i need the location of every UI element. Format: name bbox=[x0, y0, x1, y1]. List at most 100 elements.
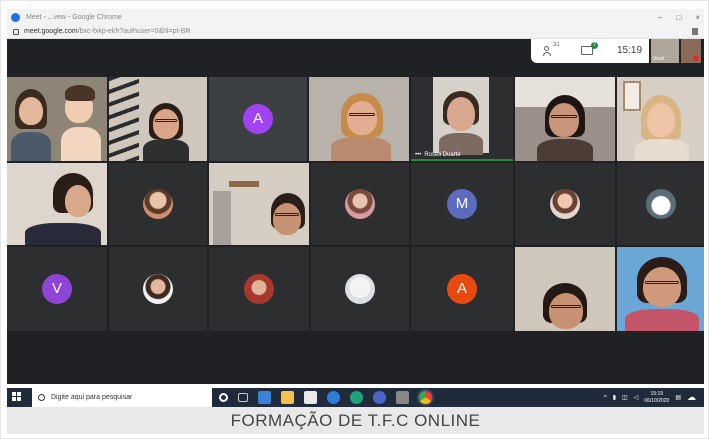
participant-tile[interactable] bbox=[515, 163, 615, 245]
participant-tile[interactable]: A bbox=[209, 77, 307, 161]
speaker-video bbox=[433, 77, 489, 155]
search-icon bbox=[38, 394, 45, 401]
participant-tile[interactable] bbox=[209, 247, 309, 331]
meet-favicon-icon bbox=[11, 12, 20, 22]
face bbox=[647, 103, 675, 137]
network-icon[interactable]: ◫ bbox=[622, 394, 628, 401]
tray-clock[interactable]: 15:19 06/10/2020 bbox=[644, 391, 669, 405]
weather-icon[interactable]: ☁ bbox=[687, 392, 696, 403]
avatar: A bbox=[243, 104, 273, 134]
avatar bbox=[143, 274, 173, 304]
glasses bbox=[645, 281, 679, 284]
windows-start-icon[interactable] bbox=[12, 392, 22, 402]
glasses bbox=[551, 305, 581, 308]
avatar bbox=[645, 189, 676, 219]
avatar: M bbox=[447, 189, 477, 219]
participant-tile[interactable] bbox=[617, 247, 704, 331]
chevron-up-icon[interactable]: ^ bbox=[604, 395, 607, 401]
participant-tile[interactable]: M bbox=[411, 163, 513, 245]
volume-icon[interactable]: ◁ bbox=[634, 394, 639, 401]
speaker-name-label: ••• Roseli Duarte bbox=[415, 152, 461, 158]
child-body bbox=[61, 127, 101, 161]
participant-tile[interactable] bbox=[617, 163, 704, 245]
taskbar-apps bbox=[219, 391, 432, 404]
self-view-thumbnail[interactable]: Você bbox=[651, 39, 679, 63]
door bbox=[213, 191, 231, 245]
windows-taskbar: Digite aqui para pesquisar ^ ▮ ◫ ◁ 15:19… bbox=[7, 388, 704, 407]
cortana-icon[interactable] bbox=[219, 393, 228, 402]
body bbox=[635, 139, 689, 161]
participant-tile[interactable] bbox=[617, 77, 704, 161]
face bbox=[153, 109, 179, 139]
body bbox=[25, 223, 101, 245]
participant-tile[interactable] bbox=[109, 247, 207, 331]
chrome-icon[interactable] bbox=[419, 391, 432, 404]
screenshot-frame: Meet - ...vew - Google Chrome – □ × meet… bbox=[0, 0, 709, 439]
avatar bbox=[345, 274, 375, 304]
participant-tile-speaking[interactable]: ••• Roseli Duarte bbox=[411, 77, 513, 161]
participant-tile[interactable] bbox=[7, 163, 107, 245]
address-bar[interactable]: meet.google.com /bxc-fxkp-ekh?authuser=0… bbox=[7, 25, 704, 39]
close-button[interactable]: × bbox=[695, 13, 700, 22]
face bbox=[549, 293, 583, 329]
chat-count-badge: 7 bbox=[591, 42, 598, 49]
window-title: Meet - ...vew - Google Chrome bbox=[26, 13, 122, 21]
avatar: V bbox=[42, 274, 72, 304]
tool-icon[interactable] bbox=[396, 391, 409, 404]
edge-icon[interactable] bbox=[350, 391, 363, 404]
participant-tile[interactable] bbox=[109, 77, 207, 161]
meeting-info-bar: 31 7 15:19 bbox=[531, 39, 649, 63]
face bbox=[65, 185, 91, 217]
face bbox=[19, 97, 43, 125]
extension-icon[interactable] bbox=[692, 28, 698, 35]
shelf bbox=[229, 181, 259, 187]
meet-call-grid: A ••• Roseli Duarte M V A 31 7 15:19 Voc… bbox=[7, 39, 704, 384]
glasses bbox=[349, 113, 375, 116]
url-path: /bxc-fxkp-ekh?authuser=0&hl=pt-BR bbox=[77, 28, 191, 35]
self-label: Você bbox=[653, 56, 665, 62]
window-controls: – □ × bbox=[658, 9, 700, 25]
edge-legacy-icon[interactable] bbox=[327, 391, 340, 404]
tray-time: 15:19 bbox=[650, 390, 664, 397]
speaking-indicator bbox=[411, 159, 513, 161]
task-view-icon[interactable] bbox=[238, 393, 248, 402]
face bbox=[273, 203, 301, 235]
body bbox=[11, 132, 51, 161]
file-explorer-icon[interactable] bbox=[281, 391, 294, 404]
image-caption: FORMAÇÃO DE T.F.C ONLINE bbox=[7, 407, 704, 434]
minimize-button[interactable]: – bbox=[658, 13, 662, 22]
avatar bbox=[143, 189, 173, 219]
participant-tile[interactable]: A bbox=[411, 247, 513, 331]
participant-tile[interactable] bbox=[109, 163, 207, 245]
participant-tile[interactable] bbox=[515, 77, 615, 161]
avatar bbox=[244, 274, 274, 304]
face bbox=[643, 267, 681, 307]
news-icon[interactable] bbox=[258, 391, 271, 404]
participant-tile[interactable] bbox=[311, 163, 409, 245]
record-dot-icon bbox=[693, 55, 699, 61]
tray-date: 06/10/2020 bbox=[644, 397, 670, 404]
face bbox=[447, 97, 475, 131]
audio-dots-icon: ••• bbox=[415, 152, 422, 158]
taskbar-search-box[interactable]: Digite aqui para pesquisar bbox=[32, 388, 212, 407]
battery-icon[interactable]: ▮ bbox=[613, 394, 616, 401]
participant-tile[interactable] bbox=[309, 77, 409, 161]
participant-tile[interactable]: V bbox=[7, 247, 107, 331]
participant-tile[interactable] bbox=[311, 247, 409, 331]
app-icon[interactable] bbox=[373, 391, 386, 404]
speaker-name: Roseli Duarte bbox=[424, 152, 461, 158]
participant-tile[interactable] bbox=[7, 77, 107, 161]
face bbox=[347, 101, 377, 135]
glasses bbox=[155, 119, 177, 122]
maximize-button[interactable]: □ bbox=[676, 13, 681, 22]
notifications-icon[interactable]: ▤ bbox=[675, 394, 681, 401]
lock-icon[interactable] bbox=[13, 28, 19, 35]
body bbox=[331, 137, 391, 161]
participant-tile[interactable] bbox=[515, 247, 615, 331]
window bbox=[623, 81, 641, 111]
body bbox=[625, 309, 699, 331]
system-tray: ^ ▮ ◫ ◁ 15:19 06/10/2020 ▤ ☁ bbox=[604, 388, 696, 407]
presenter-thumbnail[interactable] bbox=[681, 39, 701, 63]
participant-tile[interactable] bbox=[209, 163, 309, 245]
store-icon[interactable] bbox=[304, 391, 317, 404]
